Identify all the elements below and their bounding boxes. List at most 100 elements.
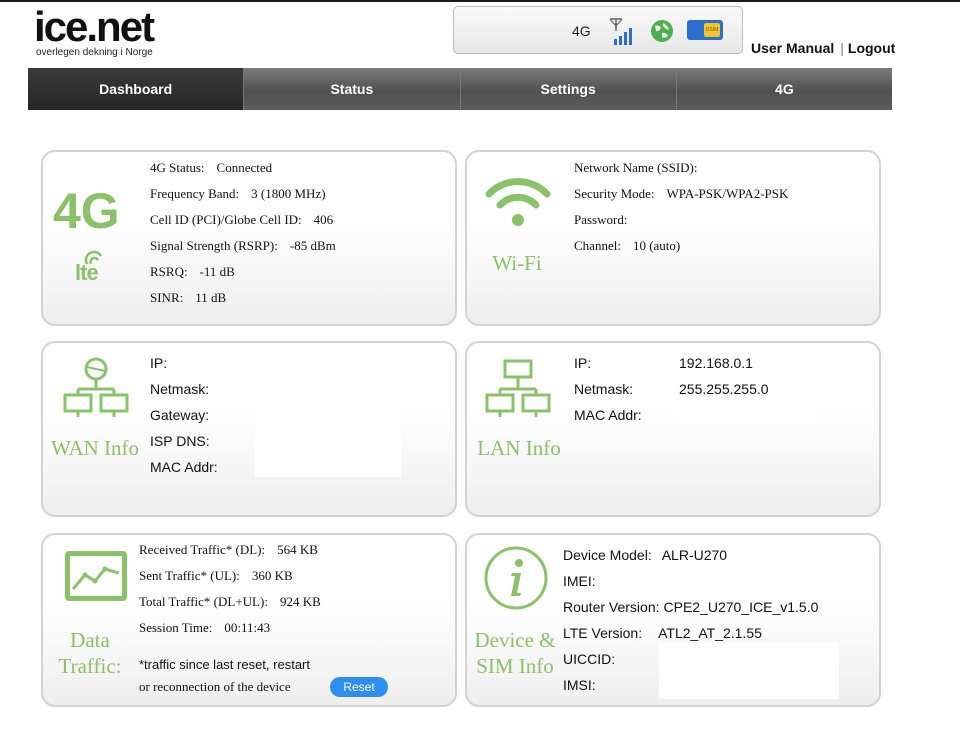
wan-row-mac: MAC Addr:	[150, 459, 218, 475]
redacted-lan-mac	[677, 403, 817, 425]
tab-status[interactable]: Status	[244, 68, 461, 110]
row-label: LTE Version:	[563, 625, 643, 641]
row-value: WPA-PSK/WPA2-PSK	[666, 186, 789, 201]
tab-4g[interactable]: 4G	[677, 68, 892, 110]
device-row-model: Device Model: ALR-U270	[563, 547, 727, 563]
row-value: ALR-U270	[661, 547, 728, 563]
row-value: 406	[313, 212, 334, 227]
wifi-card: Wi-Fi Network Name (SSID): Security Mode…	[465, 150, 881, 326]
wifi-row-password: Password:	[574, 212, 639, 228]
row-label: IP:	[150, 355, 168, 371]
traffic-title-line2: Traffic:	[58, 654, 122, 678]
logout-link[interactable]: Logout	[848, 40, 895, 56]
lte-logo-icon: lte	[75, 250, 115, 290]
row-label: SINR:	[150, 290, 184, 305]
row-label: Network Name (SSID):	[574, 160, 698, 175]
row-value: 192.168.0.1	[679, 355, 753, 371]
signal-bars-icon	[609, 18, 632, 45]
sim-chip: USIM	[704, 23, 720, 37]
device-row-uiccid: UICCID:	[563, 651, 615, 667]
wan-title: WAN Info	[50, 436, 140, 460]
row-value: 00:11:43	[224, 620, 271, 635]
row-value: Connected	[216, 160, 273, 175]
lan-row-ip: IP: 192.168.0.1	[574, 355, 753, 371]
lan-info-card: LAN Info IP: 192.168.0.1 Netmask: 255.255.…	[465, 341, 881, 517]
wifi-row-ssid: Network Name (SSID):	[574, 160, 709, 176]
row-label: Gateway:	[150, 407, 210, 423]
row-label: RSRQ:	[150, 264, 188, 279]
row-label: Device Model:	[563, 547, 652, 563]
row-value: 564 KB	[277, 542, 318, 557]
traffic-title-line1: Data	[70, 628, 110, 652]
row-value: 255.255.255.0	[679, 381, 769, 397]
row-value: -11 dB	[199, 264, 235, 279]
wifi-row-security: Security Mode: WPA-PSK/WPA2-PSK	[574, 186, 788, 202]
traffic-row-total: Total Traffic* (DL+UL): 924 KB	[139, 594, 321, 610]
row-value: 360 KB	[251, 568, 293, 583]
wan-row-gateway: Gateway:	[150, 407, 209, 423]
row-label: IP:	[574, 355, 592, 371]
row-label: Netmask:	[574, 381, 634, 397]
row-value: 3 (1800 MHz)	[251, 186, 326, 201]
row-label: Total Traffic* (DL+UL):	[139, 594, 268, 609]
4g-big-label: 4G	[53, 183, 120, 239]
lte-row-status: 4G Status: Connected	[150, 160, 272, 176]
tab-settings[interactable]: Settings	[461, 68, 677, 110]
top-border	[0, 0, 960, 2]
row-label: Frequency Band:	[150, 186, 240, 201]
device-sim-card: Device & SIM Info Device Model: ALR-U270 …	[465, 533, 881, 707]
user-manual-link[interactable]: User Manual	[751, 40, 834, 56]
globe-icon	[651, 20, 673, 42]
wifi-title: Wi-Fi	[492, 251, 542, 275]
connection-status-panel: 4G USIM	[453, 6, 743, 54]
lte-row-band: Frequency Band: 3 (1800 MHz)	[150, 186, 326, 202]
row-label: ISP DNS:	[150, 433, 210, 449]
row-label: Router Version:	[563, 599, 660, 615]
row-label: Password:	[574, 212, 628, 227]
traffic-note-line2: or reconnection of the device	[139, 679, 291, 694]
logo-tagline: overlegen dekning i Norge	[36, 47, 153, 58]
row-value: 924 KB	[279, 594, 321, 609]
row-value: -85 dBm	[289, 238, 336, 253]
traffic-row-session: Session Time: 00:11:43	[139, 620, 270, 636]
row-value: CPE2_U270_ICE_v1.5.0	[663, 599, 819, 615]
row-label: MAC Addr:	[574, 407, 642, 423]
row-label: MAC Addr:	[150, 459, 218, 475]
row-label: Sent Traffic* (UL):	[139, 568, 240, 583]
redacted-password	[637, 208, 717, 230]
reset-button[interactable]: Reset	[330, 677, 388, 697]
row-label: Signal Strength (RSRP):	[150, 238, 278, 253]
data-traffic-card: Data Traffic: Received Traffic* (DL): 564…	[41, 533, 457, 707]
row-label: Netmask:	[150, 381, 210, 397]
lte-row-rsrq: RSRQ: -11 dB	[150, 264, 235, 280]
logo-text: ice.net	[34, 3, 155, 50]
usim-card-icon: USIM	[687, 20, 723, 40]
traffic-row-ul: Sent Traffic* (UL): 360 KB	[139, 568, 293, 584]
wan-row-ip: IP:	[150, 355, 167, 371]
row-label: Cell ID (PCI)/Globe Cell ID:	[150, 212, 302, 227]
wifi-icon	[485, 178, 551, 226]
network-type-label: 4G	[572, 23, 591, 39]
row-label: IMSI:	[563, 677, 596, 693]
lte-logo-text: lte	[75, 260, 99, 285]
device-title-line1: Device &	[474, 628, 556, 652]
wan-row-dns: ISP DNS:	[150, 433, 210, 449]
header-links: User Manual | Logout	[751, 40, 895, 56]
row-label: Channel:	[574, 238, 621, 253]
traffic-chart-icon	[65, 551, 127, 601]
row-value: 11 dB	[195, 290, 227, 305]
traffic-title: Data Traffic:	[45, 627, 135, 679]
wan-info-card: WAN Info IP: Netmask: Gateway: ISP DNS: …	[41, 341, 457, 517]
tab-dashboard[interactable]: Dashboard	[28, 68, 245, 110]
device-title-line2: SIM Info	[476, 654, 554, 678]
lan-row-mac: MAC Addr:	[574, 407, 679, 423]
lan-title: LAN Info	[477, 436, 561, 460]
wan-row-netmask: Netmask:	[150, 381, 209, 397]
device-row-imsi: IMSI:	[563, 677, 596, 693]
redacted-sim-values	[659, 643, 839, 699]
row-label: Security Mode:	[574, 186, 655, 201]
wifi-row-channel: Channel: 10 (auto)	[574, 238, 680, 254]
device-row-lte-version: LTE Version: ATL2_AT_2.1.55	[563, 625, 762, 641]
device-title: Device & SIM Info	[469, 627, 561, 679]
ice-net-logo[interactable]: ice.net overlegen dekning i Norge	[34, 3, 155, 59]
